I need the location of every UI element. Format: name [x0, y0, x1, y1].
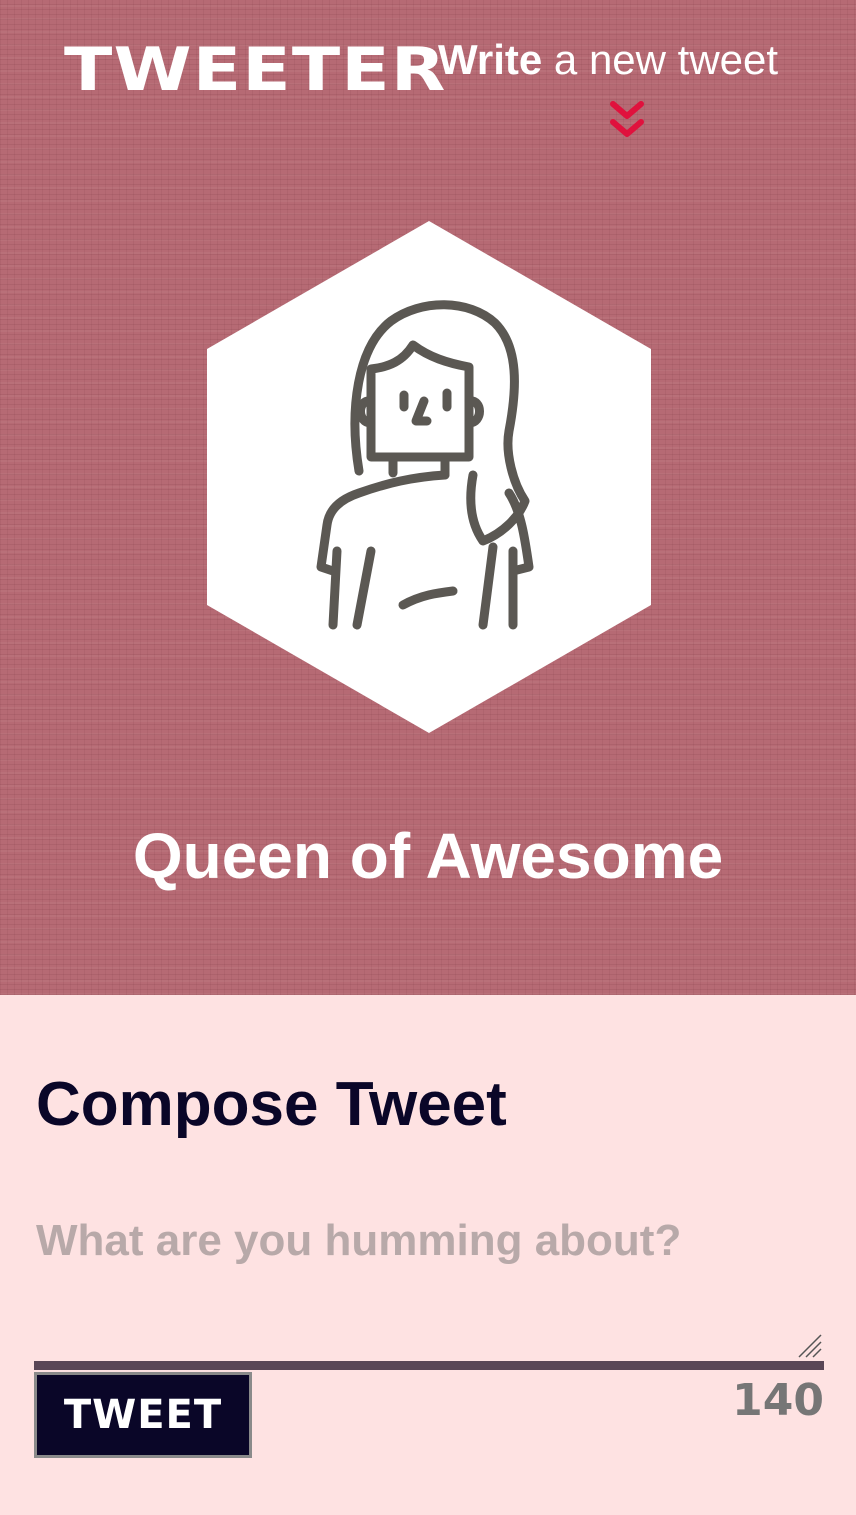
resize-handle-icon[interactable] [796, 1332, 822, 1358]
profile-display-name: Queen of Awesome [132, 820, 724, 892]
tweet-text-input[interactable] [34, 1206, 824, 1360]
nav-link-rest-text: a new tweet [542, 36, 779, 83]
brand-logo[interactable]: TWEETER [64, 30, 447, 110]
double-chevron-down-icon[interactable] [610, 100, 644, 140]
compose-divider [34, 1361, 824, 1370]
hexagon-frame [207, 221, 651, 733]
write-tweet-nav-link[interactable]: Write a new tweet [438, 34, 778, 86]
compose-tweet-heading: Compose Tweet [36, 1070, 507, 1139]
character-counter: 140 [732, 1375, 824, 1426]
avatar [207, 221, 651, 733]
tweet-submit-button[interactable]: TWEET [34, 1372, 252, 1458]
nav-link-bold-text: Write [438, 36, 543, 83]
